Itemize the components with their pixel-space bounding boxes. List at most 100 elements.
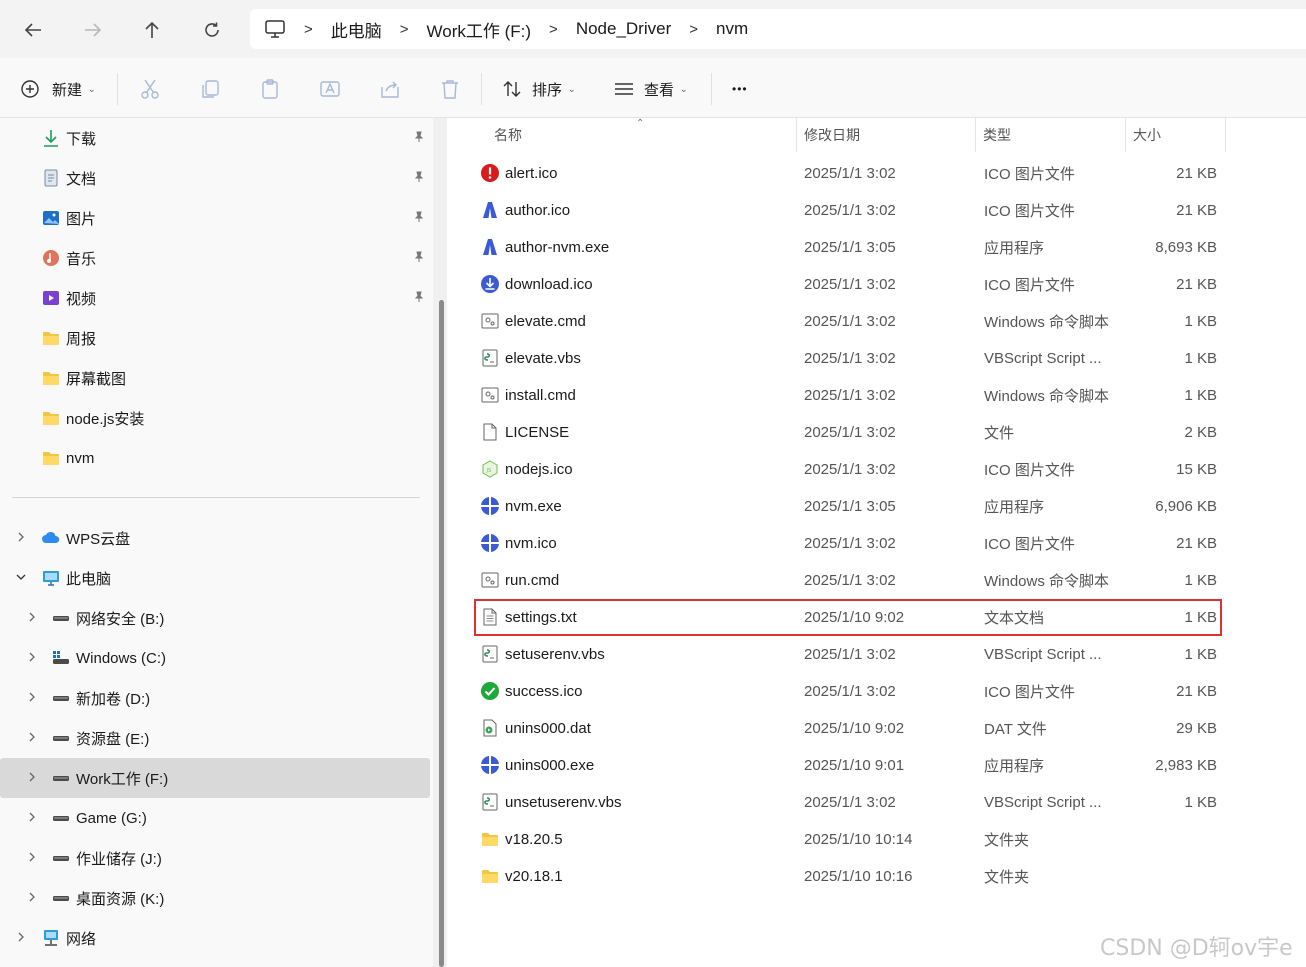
pin-icon[interactable] xyxy=(413,211,425,226)
chevron-down-icon[interactable] xyxy=(15,571,27,586)
drive-icon xyxy=(51,768,71,788)
chevron-right-icon[interactable] xyxy=(26,731,38,746)
sidebar-tree-item[interactable]: WPS云盘 xyxy=(0,518,430,558)
sort-ascending-icon: ⌃ xyxy=(636,118,645,129)
new-button[interactable]: 新建 ⌄ xyxy=(20,76,96,102)
sidebar-tree-item[interactable]: 此电脑 xyxy=(0,558,430,598)
sidebar-item-quick[interactable]: 图片 xyxy=(0,198,430,238)
file-row[interactable]: v18.20.5 2025/1/10 10:14 文件夹 xyxy=(474,821,1222,858)
chevron-right-icon[interactable]: > xyxy=(549,21,558,38)
breadcrumb-node-driver[interactable]: Node_Driver xyxy=(576,19,671,39)
rename-icon[interactable] xyxy=(318,77,342,101)
chevron-right-icon[interactable]: > xyxy=(400,21,409,38)
chevron-right-icon[interactable] xyxy=(26,691,38,706)
file-row[interactable]: alert.ico 2025/1/1 3:02 ICO 图片文件 21 KB xyxy=(474,155,1222,192)
file-row[interactable]: unins000.exe 2025/1/10 9:01 应用程序 2,983 KB xyxy=(474,747,1222,784)
chevron-right-icon[interactable]: > xyxy=(689,21,698,38)
chevron-right-icon[interactable] xyxy=(26,851,38,866)
column-divider[interactable] xyxy=(796,118,797,152)
pin-icon[interactable] xyxy=(413,291,425,306)
column-divider[interactable] xyxy=(1225,118,1226,152)
sidebar-tree-item[interactable]: 网络安全 (B:) xyxy=(0,598,430,638)
view-button[interactable]: 查看 ⌄ xyxy=(614,76,688,102)
sidebar-tree-item[interactable]: Windows (C:) xyxy=(0,638,430,678)
share-icon[interactable] xyxy=(378,77,402,101)
column-divider[interactable] xyxy=(975,118,976,152)
sidebar-item-label: 作业储存 (J:) xyxy=(76,850,162,868)
delete-icon[interactable] xyxy=(438,77,462,101)
file-row[interactable]: v20.18.1 2025/1/10 10:16 文件夹 xyxy=(474,858,1222,895)
chevron-right-icon[interactable] xyxy=(26,891,38,906)
sidebar-tree-item[interactable]: 网络 xyxy=(0,918,430,958)
file-size: 15 KB xyxy=(1176,461,1217,478)
cut-icon[interactable] xyxy=(138,77,162,101)
sidebar-tree-item[interactable]: Game (G:) xyxy=(0,798,430,838)
sidebar-item-quick[interactable]: node.js安装 xyxy=(0,398,430,438)
cmd-file-icon xyxy=(480,570,500,590)
back-button[interactable] xyxy=(17,14,49,46)
column-header-name[interactable]: 名称 xyxy=(494,118,522,152)
chevron-right-icon[interactable] xyxy=(15,531,27,546)
column-divider[interactable] xyxy=(1125,118,1126,152)
chevron-right-icon[interactable] xyxy=(26,651,38,666)
file-row[interactable]: download.ico 2025/1/1 3:02 ICO 图片文件 21 KB xyxy=(474,266,1222,303)
file-size: 1 KB xyxy=(1184,646,1217,663)
file-row[interactable]: unsetuserenv.vbs 2025/1/1 3:02 VBScript Sc… xyxy=(474,784,1222,821)
sidebar-tree-item[interactable]: 桌面资源 (K:) xyxy=(0,878,430,918)
sidebar-tree-item[interactable]: 资源盘 (E:) xyxy=(0,718,430,758)
sidebar-item-quick[interactable]: 文档 xyxy=(0,158,430,198)
sidebar-scroll-thumb[interactable] xyxy=(439,300,444,967)
breadcrumb-nvm[interactable]: nvm xyxy=(716,19,748,39)
more-options-button[interactable]: ••• xyxy=(732,76,748,102)
column-header-type[interactable]: 类型 xyxy=(983,118,1011,152)
file-row[interactable]: install.cmd 2025/1/1 3:02 Windows 命令脚本 1 KB xyxy=(474,377,1222,414)
watermark: CSDN @D轲ov宇e xyxy=(1100,936,1293,961)
music-icon xyxy=(41,248,61,268)
file-row[interactable]: unins000.dat 2025/1/10 9:02 DAT 文件 29 KB xyxy=(474,710,1222,747)
forward-button[interactable] xyxy=(77,14,109,46)
pin-icon[interactable] xyxy=(413,131,425,146)
address-toolbar: > 此电脑 > Work工作 (F:) > Node_Driver > nvm xyxy=(0,0,1306,58)
breadcrumb-pc[interactable]: 此电脑 xyxy=(331,17,382,42)
column-header-size[interactable]: 大小 xyxy=(1133,118,1161,152)
file-row[interactable]: setuserenv.vbs 2025/1/1 3:02 VBScript Scri… xyxy=(474,636,1222,673)
pin-icon[interactable] xyxy=(413,251,425,266)
chevron-right-icon[interactable] xyxy=(26,611,38,626)
file-row-highlighted[interactable]: settings.txt 2025/1/10 9:02 文本文档 1 KB xyxy=(474,599,1222,636)
pin-icon[interactable] xyxy=(413,171,425,186)
pc-icon xyxy=(265,20,285,38)
divider xyxy=(481,73,482,105)
chevron-right-icon[interactable] xyxy=(26,811,38,826)
file-row[interactable]: author-nvm.exe 2025/1/1 3:05 应用程序 8,693 KB xyxy=(474,229,1222,266)
file-size: 21 KB xyxy=(1176,202,1217,219)
file-row[interactable]: nvm.ico 2025/1/1 3:02 ICO 图片文件 21 KB xyxy=(474,525,1222,562)
sidebar-tree-item[interactable]: 作业储存 (J:) xyxy=(0,838,430,878)
chevron-right-icon[interactable] xyxy=(26,771,38,786)
file-row[interactable]: success.ico 2025/1/1 3:02 ICO 图片文件 21 KB xyxy=(474,673,1222,710)
column-header-date[interactable]: 修改日期 xyxy=(804,118,860,152)
file-row[interactable]: run.cmd 2025/1/1 3:02 Windows 命令脚本 1 KB xyxy=(474,562,1222,599)
file-row[interactable]: nvm.exe 2025/1/1 3:05 应用程序 6,906 KB xyxy=(474,488,1222,525)
paste-icon[interactable] xyxy=(258,77,282,101)
sidebar-tree-item[interactable]: 新加卷 (D:) xyxy=(0,678,430,718)
file-row[interactable]: author.ico 2025/1/1 3:02 ICO 图片文件 21 KB xyxy=(474,192,1222,229)
file-row[interactable]: elevate.vbs 2025/1/1 3:02 VBScript Script … xyxy=(474,340,1222,377)
sidebar-item-quick[interactable]: 音乐 xyxy=(0,238,430,278)
file-row[interactable]: elevate.cmd 2025/1/1 3:02 Windows 命令脚本 1 KB xyxy=(474,303,1222,340)
chevron-right-icon[interactable] xyxy=(15,931,27,946)
copy-icon[interactable] xyxy=(198,77,222,101)
file-row[interactable]: JS nodejs.ico 2025/1/1 3:02 ICO 图片文件 15 KB xyxy=(474,451,1222,488)
breadcrumb-drive[interactable]: Work工作 (F:) xyxy=(427,17,532,42)
sidebar-item-quick[interactable]: 下载 xyxy=(0,118,430,158)
sidebar-item-quick[interactable]: nvm xyxy=(0,438,430,478)
up-button[interactable] xyxy=(136,14,168,46)
sidebar-item-quick[interactable]: 视频 xyxy=(0,278,430,318)
refresh-button[interactable] xyxy=(196,14,228,46)
sort-button[interactable]: 排序 ⌄ xyxy=(502,76,576,102)
sidebar-item-quick[interactable]: 周报 xyxy=(0,318,430,358)
file-name: unsetuserenv.vbs xyxy=(505,794,622,811)
file-row[interactable]: LICENSE 2025/1/1 3:02 文件 2 KB xyxy=(474,414,1222,451)
sidebar-item-quick[interactable]: 屏幕截图 xyxy=(0,358,430,398)
address-bar[interactable]: > 此电脑 > Work工作 (F:) > Node_Driver > nvm xyxy=(250,9,1306,49)
sidebar-item-selected[interactable]: Work工作 (F:) xyxy=(0,758,430,798)
